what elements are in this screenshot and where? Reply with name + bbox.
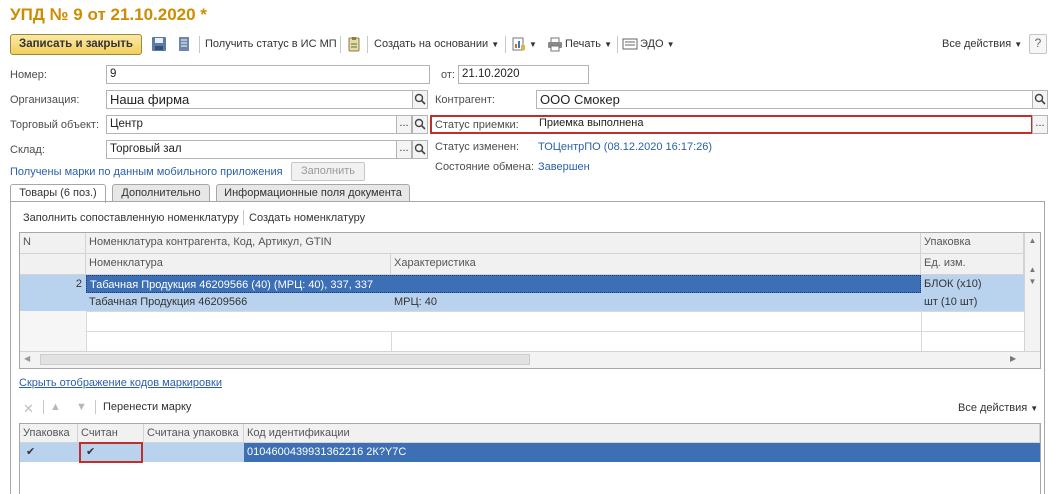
col-header-n[interactable]: N bbox=[20, 233, 86, 254]
report-icon[interactable] bbox=[511, 36, 527, 52]
trade-object-label: Торговый объект: bbox=[10, 119, 100, 131]
floppy-icon[interactable] bbox=[151, 36, 167, 52]
row-item[interactable]: Табачная Продукция 46209566 bbox=[86, 293, 391, 311]
fill-mapped-button[interactable]: Заполнить сопоставленную номенклатуру bbox=[23, 212, 239, 224]
exchange-state-label: Состояние обмена: bbox=[435, 161, 535, 173]
trade-object-field[interactable]: Центр bbox=[106, 115, 397, 134]
number-label: Номер: bbox=[10, 69, 47, 81]
marks-mobile-link[interactable]: Получены марки по данным мобильного прил… bbox=[10, 166, 283, 178]
chevron-down-icon: ▼ bbox=[604, 40, 613, 49]
search-icon[interactable] bbox=[412, 115, 428, 134]
select-dots-button[interactable]: ... bbox=[396, 140, 412, 159]
status-changed-label: Статус изменен: bbox=[435, 141, 520, 153]
print-label: Печать bbox=[565, 38, 602, 50]
tab-additional[interactable]: Дополнительно bbox=[112, 184, 210, 202]
date-label: от: bbox=[441, 69, 455, 81]
marks-table[interactable]: Упаковка Считан Считана упаковка Код иде… bbox=[19, 423, 1041, 494]
warehouse-label: Склад: bbox=[10, 144, 45, 156]
clipboard-icon[interactable] bbox=[346, 36, 362, 52]
delete-icon[interactable]: ✕ bbox=[23, 401, 34, 417]
document-list-icon[interactable] bbox=[176, 36, 192, 52]
accept-status-label: Статус приемки: bbox=[435, 119, 519, 131]
row-n-sub bbox=[20, 293, 86, 311]
col-header-item[interactable]: Номенклатура bbox=[86, 254, 391, 275]
organization-label: Организация: bbox=[10, 94, 80, 106]
create-item-button[interactable]: Создать номенклатуру bbox=[249, 212, 365, 224]
status-changed-link[interactable]: ТОЦентрПО (08.12.2020 16:17:26) bbox=[538, 141, 712, 153]
row-unit[interactable]: шт (10 шт) bbox=[921, 293, 1024, 311]
row-n[interactable]: 2 bbox=[20, 275, 86, 293]
col-header-characteristic[interactable]: Характеристика bbox=[391, 254, 921, 275]
chevron-down-icon: ▼ bbox=[666, 40, 675, 49]
vertical-scrollbar[interactable]: ▲ ▲ ▼ bbox=[1024, 233, 1040, 351]
row-packaging[interactable]: БЛОК (х10) bbox=[921, 275, 1024, 293]
warehouse-field[interactable]: Торговый зал bbox=[106, 140, 397, 159]
scroll-thumb-icon[interactable]: ▲ bbox=[1025, 265, 1040, 274]
scroll-right-icon[interactable]: ▶ bbox=[1010, 354, 1016, 363]
move-up-icon[interactable]: ▲ bbox=[50, 401, 61, 413]
organization-field[interactable]: Наша фирма bbox=[106, 90, 413, 109]
accept-status-field[interactable]: Приемка выполнена bbox=[536, 117, 1031, 132]
date-field[interactable]: 21.10.2020 bbox=[458, 65, 589, 84]
edo-icon[interactable] bbox=[622, 36, 638, 52]
row-characteristic[interactable]: МРЦ: 40 bbox=[391, 293, 921, 311]
all-actions-label: Все действия bbox=[942, 38, 1012, 50]
scroll-left-icon[interactable]: ◀ bbox=[24, 354, 30, 363]
chevron-down-icon: ▼ bbox=[1030, 404, 1039, 413]
counterparty-label: Контрагент: bbox=[435, 94, 495, 106]
goods-table[interactable]: N Номенклатура контрагента, Код, Артикул… bbox=[19, 232, 1041, 369]
search-icon[interactable] bbox=[412, 140, 428, 159]
horizontal-scrollbar[interactable]: ◀ ▶ bbox=[20, 351, 1040, 368]
number-field[interactable]: 9 bbox=[106, 65, 430, 84]
get-status-button[interactable]: Получить статус в ИС МП bbox=[205, 38, 337, 50]
scroll-up-icon[interactable]: ▲ bbox=[1025, 236, 1040, 245]
chevron-down-icon[interactable]: ▼ bbox=[529, 40, 537, 49]
mark-code-cell[interactable]: 0104600439931362216 2К?Y7С bbox=[244, 443, 1040, 462]
chevron-down-icon: ▼ bbox=[1014, 40, 1023, 49]
row-contractor-item[interactable]: Табачная Продукция 46209566 (40) (МРЦ: 4… bbox=[86, 275, 921, 293]
edo-button[interactable]: ЭДО ▼ bbox=[640, 38, 675, 50]
edo-label: ЭДО bbox=[640, 38, 664, 50]
move-down-icon[interactable]: ▼ bbox=[76, 401, 87, 413]
select-dots-button[interactable]: ... bbox=[1032, 115, 1048, 134]
printer-icon[interactable] bbox=[547, 36, 563, 52]
select-dots-button[interactable]: ... bbox=[396, 115, 412, 134]
exchange-state-link[interactable]: Завершен bbox=[538, 161, 590, 173]
col-header-packaging[interactable]: Упаковка bbox=[921, 233, 1024, 254]
col-header-code[interactable]: Код идентификации bbox=[244, 424, 1040, 443]
scanned-pack-cell[interactable] bbox=[144, 443, 244, 462]
counterparty-field[interactable]: ООО Смокер bbox=[536, 90, 1033, 109]
window-title: УПД № 9 от 21.10.2020 * bbox=[10, 5, 207, 24]
col-header-contractor-item[interactable]: Номенклатура контрагента, Код, Артикул, … bbox=[86, 233, 921, 254]
all-actions-button[interactable]: Все действия ▼ bbox=[942, 38, 1022, 50]
create-based-button[interactable]: Создать на основании ▼ bbox=[374, 38, 499, 50]
help-button[interactable]: ? bbox=[1029, 34, 1047, 54]
tab-info-fields[interactable]: Информационные поля документа bbox=[216, 184, 410, 202]
move-mark-button[interactable]: Перенести марку bbox=[103, 401, 191, 413]
col-header-unit[interactable]: Ед. изм. bbox=[921, 254, 1024, 275]
col-header-n-sub bbox=[20, 254, 86, 275]
search-icon[interactable] bbox=[412, 90, 428, 109]
col-header-scanned-pack[interactable]: Считана упаковка bbox=[144, 424, 244, 443]
scanned-highlight bbox=[79, 442, 143, 463]
hide-marks-link[interactable]: Скрыть отображение кодов маркировки bbox=[19, 377, 222, 389]
fill-button[interactable]: Заполнить bbox=[291, 162, 365, 181]
print-button[interactable]: Печать ▼ bbox=[565, 38, 612, 50]
marks-all-actions-button[interactable]: Все действия ▼ bbox=[958, 402, 1038, 414]
marks-all-actions-label: Все действия bbox=[958, 402, 1028, 414]
create-based-label: Создать на основании bbox=[374, 38, 489, 50]
search-icon[interactable] bbox=[1032, 90, 1048, 109]
col-header-scanned[interactable]: Считан bbox=[78, 424, 144, 443]
scroll-thumb[interactable] bbox=[40, 354, 530, 365]
chevron-down-icon: ▼ bbox=[491, 40, 500, 49]
save-close-button[interactable]: Записать и закрыть bbox=[10, 34, 142, 55]
mark-packaging-checkbox[interactable]: ✔ bbox=[20, 443, 78, 462]
scroll-down-icon[interactable]: ▼ bbox=[1025, 277, 1040, 286]
col-header-mark-packaging[interactable]: Упаковка bbox=[20, 424, 78, 443]
